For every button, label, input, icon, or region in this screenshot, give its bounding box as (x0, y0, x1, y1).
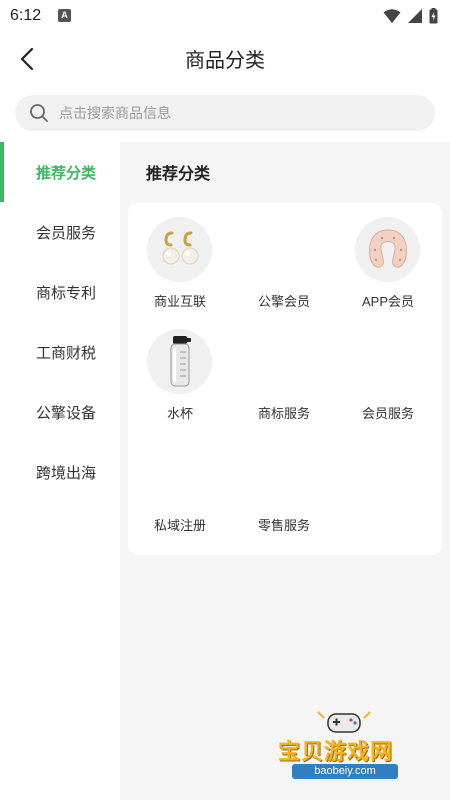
search-icon (30, 104, 48, 122)
category-item[interactable]: 会员服务 (336, 329, 440, 441)
category-item[interactable]: 零售服务 (232, 441, 336, 553)
battery-icon (429, 8, 438, 24)
search-input[interactable] (59, 105, 399, 121)
page-title: 商品分类 (185, 50, 265, 72)
category-item[interactable]: 商业互联 (128, 217, 232, 329)
category-item[interactable]: 商标服务 (232, 329, 336, 441)
category-item-label: 商业互联 (153, 294, 206, 309)
category-item-label: APP会员 (361, 294, 414, 309)
sidebar-item-recommended[interactable]: 推荐分类 (0, 142, 120, 202)
status-time: 6:12 (10, 7, 42, 24)
status-icons (383, 6, 438, 26)
category-item[interactable]: 公擎会员 (232, 217, 336, 329)
signal-icon (408, 9, 422, 23)
category-sidebar: 推荐分类 会员服务 商标专利 工商财税 公擎设备 跨境出海 (0, 142, 120, 800)
sidebar-item-cross-border[interactable]: 跨境出海 (0, 442, 120, 502)
water-bottle-image (147, 329, 212, 394)
category-item-label: 私域注册 (153, 518, 206, 533)
section-title: 推荐分类 (146, 166, 211, 183)
category-content: 推荐分类 商业互联 公擎会员 APP会员 水杯 商标服务 会员服务 私域注册 零… (120, 142, 450, 800)
category-item-label: 公擎会员 (257, 294, 310, 309)
category-item-label: 商标服务 (257, 406, 310, 421)
category-grid: 商业互联 公擎会员 APP会员 水杯 商标服务 会员服务 私域注册 零售服务 (128, 217, 442, 553)
status-bar: 6:12 A (0, 0, 450, 32)
watermark-url: baobeiy.com (292, 764, 398, 779)
site-watermark: 宝贝游戏网 baobeiy.com (272, 708, 422, 788)
category-item[interactable]: 水杯 (128, 329, 232, 441)
notification-icon: A (58, 9, 71, 22)
gamepad-icon (317, 711, 371, 733)
category-card: 商业互联 公擎会员 APP会员 水杯 商标服务 会员服务 私域注册 零售服务 (128, 203, 442, 555)
sidebar-item-trademark-patent[interactable]: 商标专利 (0, 262, 120, 322)
category-item-label: 零售服务 (257, 518, 310, 533)
pearl-earrings-image (147, 217, 212, 282)
sidebar-item-equipment[interactable]: 公擎设备 (0, 382, 120, 442)
neck-pillow-image (355, 217, 420, 282)
search-bar[interactable] (15, 95, 435, 131)
category-item[interactable]: 私域注册 (128, 441, 232, 553)
sidebar-item-business-tax[interactable]: 工商财税 (0, 322, 120, 382)
wifi-icon (383, 9, 401, 23)
watermark-title: 宝贝游戏网 (278, 739, 394, 764)
header: 商品分类 (0, 32, 450, 84)
category-item-label: 水杯 (166, 406, 193, 421)
sidebar-item-membership[interactable]: 会员服务 (0, 202, 120, 262)
category-item[interactable]: APP会员 (336, 217, 440, 329)
category-item-label: 会员服务 (361, 406, 414, 421)
